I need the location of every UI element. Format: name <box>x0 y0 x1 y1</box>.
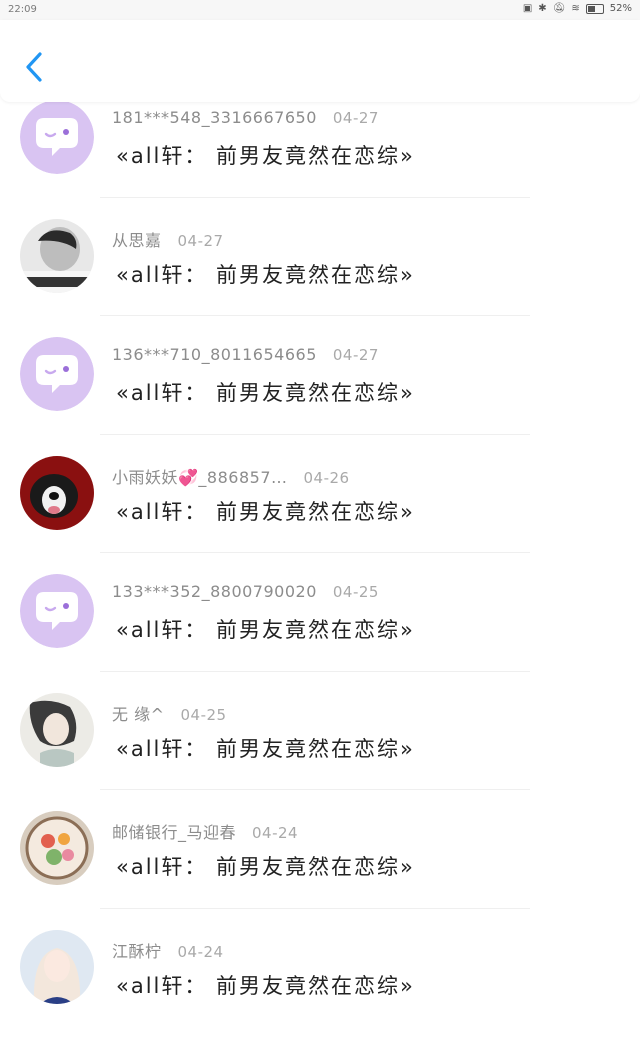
comment-date: 04-27 <box>333 109 379 127</box>
status-bar: 22:09 ▣ ✱ 🔕︎ ≋ 52% <box>0 0 640 20</box>
avatar[interactable] <box>20 930 94 1004</box>
comment-text: «all轩： 前男友竟然在恋综» <box>116 970 415 1000</box>
username[interactable]: 江酥柠 <box>112 942 162 961</box>
divider <box>100 434 530 435</box>
comment-item[interactable]: 江酥柠 04-24 «all轩： 前男友竟然在恋综» <box>0 930 640 1048</box>
comment-meta: 136***710_8011654665 04-27 <box>112 345 379 364</box>
comment-item[interactable]: 小雨妖妖💞_886857… 04-26 «all轩： 前男友竟然在恋综» <box>0 456 640 575</box>
username[interactable]: 无 缘^ <box>112 705 165 724</box>
username[interactable]: 133***352_8800790020 <box>112 582 317 601</box>
divider <box>100 671 530 672</box>
comment-item[interactable]: 邮储银行_马迎春 04-24 «all轩： 前男友竟然在恋综» <box>0 811 640 930</box>
comment-text: «all轩： 前男友竟然在恋综» <box>116 851 415 881</box>
avatar[interactable] <box>20 456 94 530</box>
comment-date: 04-24 <box>178 943 224 961</box>
comment-item[interactable]: 136***710_8011654665 04-27 «all轩： 前男友竟然在恋综… <box>0 337 640 456</box>
battery-icon <box>586 4 604 14</box>
username[interactable]: 181***548_3316667650 <box>112 108 317 127</box>
username[interactable]: 从思嘉 <box>112 231 162 250</box>
divider <box>100 552 530 553</box>
comment-date: 04-25 <box>333 583 379 601</box>
comment-date: 04-27 <box>333 346 379 364</box>
username[interactable]: 小雨妖妖💞_886857… <box>112 468 288 487</box>
battery-level: 52% <box>610 3 632 14</box>
comment-meta: 133***352_8800790020 04-25 <box>112 582 379 601</box>
comment-meta: 邮储银行_马迎春 04-24 <box>112 819 298 843</box>
chevron-left-icon <box>22 50 50 84</box>
comment-date: 04-26 <box>304 469 350 487</box>
divider <box>100 908 530 909</box>
divider <box>100 197 530 198</box>
comment-list: 181***548_3316667650 04-27 «all轩： 前男友竟然在恋综… <box>0 100 640 1048</box>
avatar[interactable] <box>20 100 94 174</box>
comment-text: «all轩： 前男友竟然在恋综» <box>116 140 415 170</box>
comment-text: «all轩： 前男友竟然在恋综» <box>116 733 415 763</box>
comment-meta: 小雨妖妖💞_886857… 04-26 <box>112 464 350 488</box>
divider <box>100 315 530 316</box>
nfc-icon: ▣ <box>523 3 532 14</box>
divider <box>100 789 530 790</box>
comment-text: «all轩： 前男友竟然在恋综» <box>116 377 415 407</box>
comment-meta: 无 缘^ 04-25 <box>112 701 227 725</box>
comment-meta: 181***548_3316667650 04-27 <box>112 108 379 127</box>
avatar[interactable] <box>20 811 94 885</box>
comment-item[interactable]: 无 缘^ 04-25 «all轩： 前男友竟然在恋综» <box>0 693 640 812</box>
comment-meta: 江酥柠 04-24 <box>112 938 224 962</box>
comment-meta: 从思嘉 04-27 <box>112 227 224 251</box>
avatar[interactable] <box>20 574 94 648</box>
comment-item[interactable]: 181***548_3316667650 04-27 «all轩： 前男友竟然在恋综… <box>0 100 640 219</box>
bluetooth-icon: ✱ <box>538 3 546 14</box>
avatar[interactable] <box>20 337 94 411</box>
mute-icon: 🔕︎ <box>553 3 566 14</box>
top-bar <box>0 20 640 102</box>
comment-item[interactable]: 133***352_8800790020 04-25 «all轩： 前男友竟然在恋综… <box>0 574 640 693</box>
comment-text: «all轩： 前男友竟然在恋综» <box>116 614 415 644</box>
username[interactable]: 136***710_8011654665 <box>112 345 317 364</box>
comment-text: «all轩： 前男友竟然在恋综» <box>116 496 415 526</box>
back-button[interactable] <box>22 50 50 84</box>
wifi-icon: ≋ <box>571 3 579 14</box>
comment-date: 04-27 <box>178 232 224 250</box>
avatar[interactable] <box>20 693 94 767</box>
avatar[interactable] <box>20 219 94 293</box>
comment-text: «all轩： 前男友竟然在恋综» <box>116 259 415 289</box>
comment-date: 04-25 <box>181 706 227 724</box>
username[interactable]: 邮储银行_马迎春 <box>112 823 236 842</box>
comment-date: 04-24 <box>252 824 298 842</box>
status-time: 22:09 <box>8 4 37 15</box>
comment-item[interactable]: 从思嘉 04-27 «all轩： 前男友竟然在恋综» <box>0 219 640 338</box>
status-icons: ▣ ✱ 🔕︎ ≋ 52% <box>523 3 632 14</box>
